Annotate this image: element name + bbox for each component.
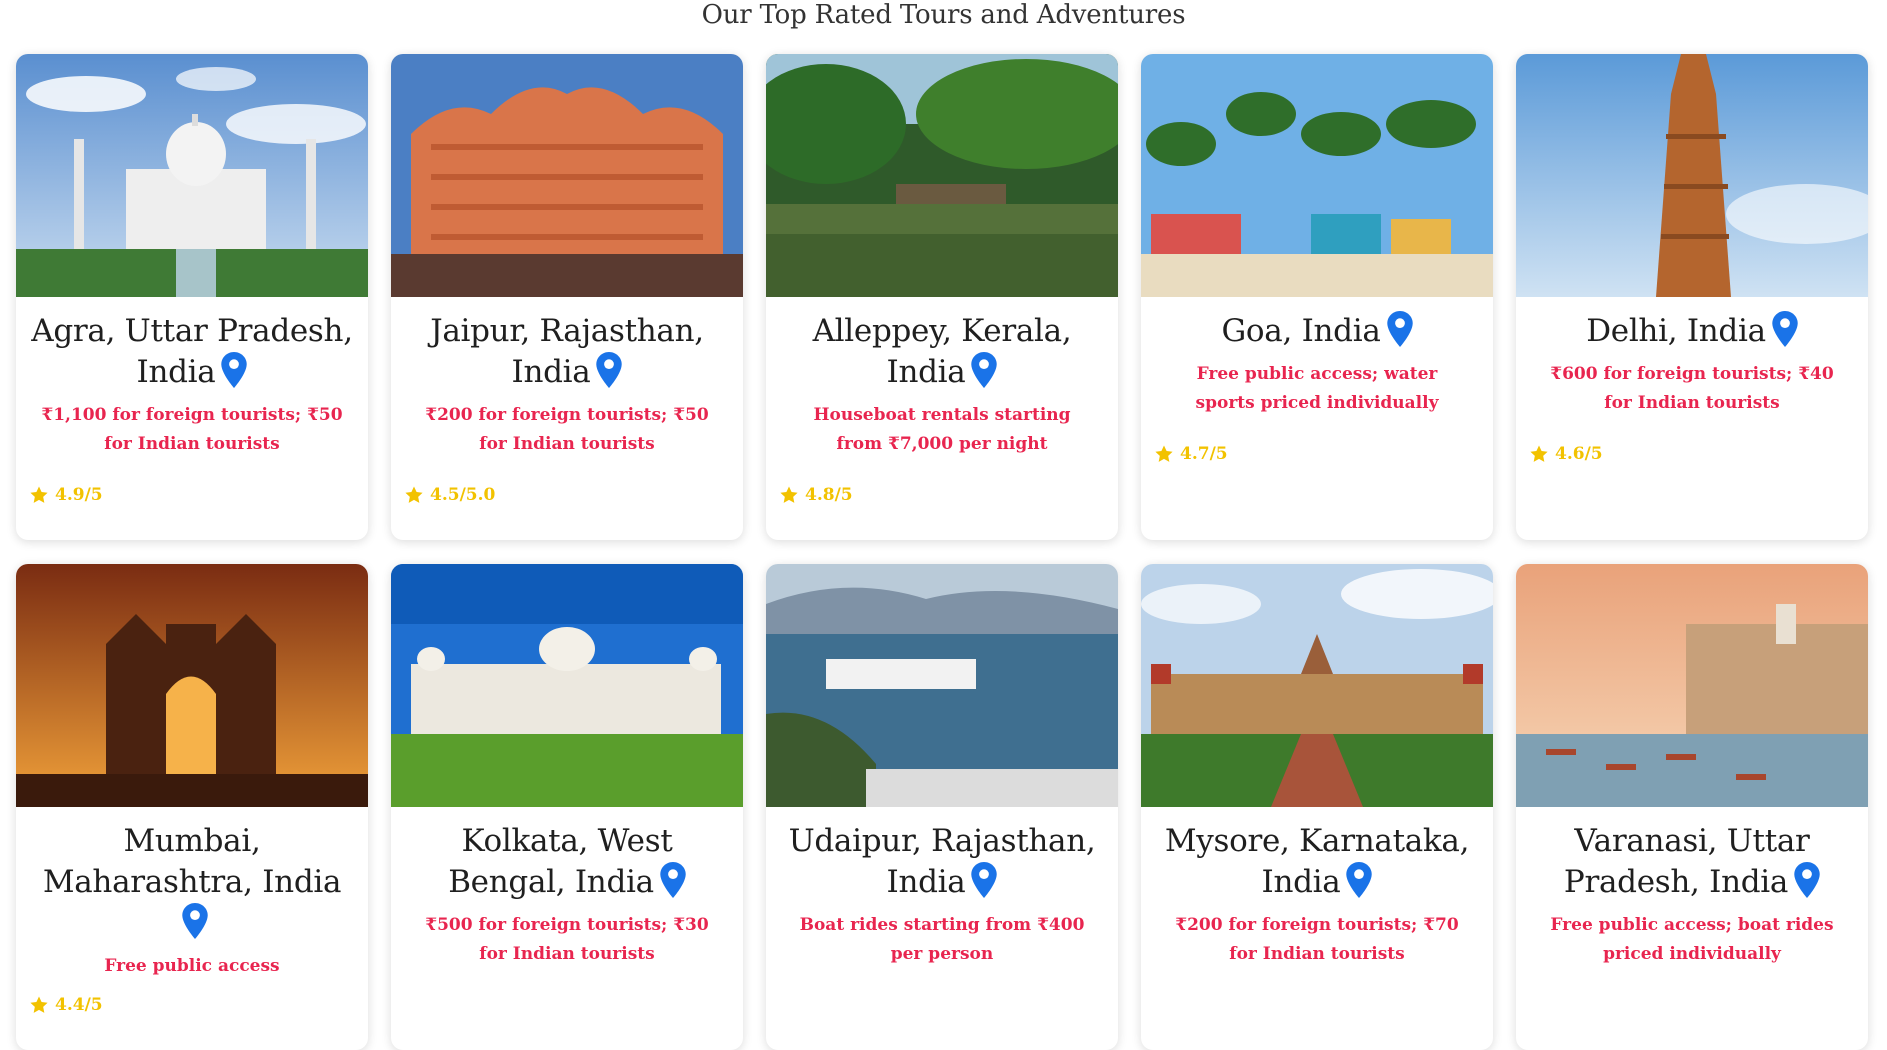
map-pin-icon: [182, 903, 208, 939]
map-pin-icon: [596, 352, 623, 388]
tour-price: Free public access: [104, 956, 280, 976]
tour-image[interactable]: [1141, 54, 1493, 297]
map-pin-icon: [660, 862, 686, 898]
tour-title-text: Udaipur, Rajasthan, India: [788, 823, 1096, 900]
tour-rating: 4.9/5: [29, 485, 368, 505]
tour-image[interactable]: [766, 564, 1118, 807]
map-pin-icon: [1794, 862, 1820, 898]
tour-price: ₹500 for foreign tourists; ₹30 for India…: [425, 915, 709, 964]
tour-grid: Agra, Uttar Pradesh, India ₹1,100 for fo…: [16, 54, 1868, 1050]
tour-title-text: Kolkata, West Bengal, India: [448, 823, 673, 900]
tour-title: Agra, Uttar Pradesh, India: [30, 311, 354, 393]
tour-title-text: Goa, India: [1221, 313, 1381, 349]
tour-title-text: Varanasi, Uttar Pradesh, India: [1563, 823, 1810, 900]
map-pin-icon: [1386, 311, 1413, 347]
tour-title: Alleppey, Kerala, India: [780, 311, 1104, 393]
tour-image[interactable]: [391, 564, 743, 807]
tour-title: Udaipur, Rajasthan, India: [780, 821, 1104, 903]
tour-title-text: Mumbai, Maharashtra, India: [42, 823, 342, 900]
rating-value: 4.9/5: [55, 485, 103, 505]
star-icon: [30, 996, 48, 1013]
tour-card[interactable]: Agra, Uttar Pradesh, India ₹1,100 for fo…: [16, 54, 368, 540]
tour-rating: 4.7/5: [1154, 444, 1493, 464]
star-icon: [780, 486, 798, 503]
map-pin-icon: [1346, 862, 1373, 898]
tour-card[interactable]: Udaipur, Rajasthan, India Boat rides sta…: [766, 564, 1118, 1050]
map-pin-icon: [971, 862, 998, 898]
tour-price: ₹200 for foreign tourists; ₹70 for India…: [1175, 915, 1459, 964]
tour-price: ₹200 for foreign tourists; ₹50 for India…: [425, 405, 709, 454]
star-icon: [30, 486, 48, 503]
rating-value: 4.8/5: [805, 485, 853, 505]
tour-image[interactable]: [1516, 54, 1868, 297]
rating-value: 4.7/5: [1180, 444, 1228, 464]
tour-card[interactable]: Goa, India Free public access; water spo…: [1141, 54, 1493, 540]
tour-price: Houseboat rentals starting from ₹7,000 p…: [813, 405, 1071, 454]
tour-image[interactable]: [16, 54, 368, 297]
tour-price: ₹600 for foreign tourists; ₹40 for India…: [1550, 364, 1834, 413]
tour-card[interactable]: Alleppey, Kerala, India Houseboat rental…: [766, 54, 1118, 540]
tour-title-text: Alleppey, Kerala, India: [812, 313, 1072, 390]
tour-title: Kolkata, West Bengal, India: [405, 821, 729, 903]
tour-card[interactable]: Mumbai, Maharashtra, India Free public a…: [16, 564, 368, 1050]
tour-rating: 4.4/5: [29, 995, 368, 1015]
tour-image[interactable]: [391, 54, 743, 297]
tour-title: Goa, India: [1155, 311, 1479, 352]
tour-card[interactable]: Varanasi, Uttar Pradesh, India Free publ…: [1516, 564, 1868, 1050]
tour-rating: 4.8/5: [779, 485, 1118, 505]
tour-card[interactable]: Jaipur, Rajasthan, India ₹200 for foreig…: [391, 54, 743, 540]
tour-image[interactable]: [766, 54, 1118, 297]
map-pin-icon: [221, 352, 248, 388]
tour-price: ₹1,100 for foreign tourists; ₹50 for Ind…: [41, 405, 343, 454]
star-icon: [1530, 445, 1548, 462]
tour-title-text: Jaipur, Rajasthan, India: [430, 313, 704, 390]
tour-rating: 4.6/5: [1529, 444, 1868, 464]
tour-title: Delhi, India: [1530, 311, 1854, 352]
tour-title-text: Delhi, India: [1586, 313, 1766, 349]
tour-image[interactable]: [1141, 564, 1493, 807]
star-icon: [405, 486, 423, 503]
tour-card[interactable]: Mysore, Karnataka, India ₹200 for foreig…: [1141, 564, 1493, 1050]
tour-card[interactable]: Delhi, India ₹600 for foreign tourists; …: [1516, 54, 1868, 540]
tour-image[interactable]: [16, 564, 368, 807]
tour-title-text: Agra, Uttar Pradesh, India: [31, 313, 353, 390]
page-title: Our Top Rated Tours and Adventures: [701, 0, 1186, 30]
tour-price: Free public access; water sports priced …: [1195, 364, 1439, 413]
tour-title: Mysore, Karnataka, India: [1155, 821, 1479, 903]
rating-value: 4.6/5: [1555, 444, 1603, 464]
tour-price: Boat rides starting from ₹400 per person: [799, 915, 1085, 964]
tour-price: Free public access; boat rides priced in…: [1550, 915, 1834, 964]
tour-image[interactable]: [1516, 564, 1868, 807]
tour-rating: 4.5/5.0: [404, 485, 743, 505]
rating-value: 4.5/5.0: [430, 485, 496, 505]
tour-card[interactable]: Kolkata, West Bengal, India ₹500 for for…: [391, 564, 743, 1050]
map-pin-icon: [971, 352, 998, 388]
rating-value: 4.4/5: [55, 995, 103, 1015]
map-pin-icon: [1772, 311, 1798, 347]
tour-title-text: Mysore, Karnataka, India: [1164, 823, 1470, 900]
tour-title: Jaipur, Rajasthan, India: [405, 311, 729, 393]
tour-title: Varanasi, Uttar Pradesh, India: [1530, 821, 1854, 903]
star-icon: [1155, 445, 1173, 462]
tour-title: Mumbai, Maharashtra, India: [30, 821, 354, 944]
